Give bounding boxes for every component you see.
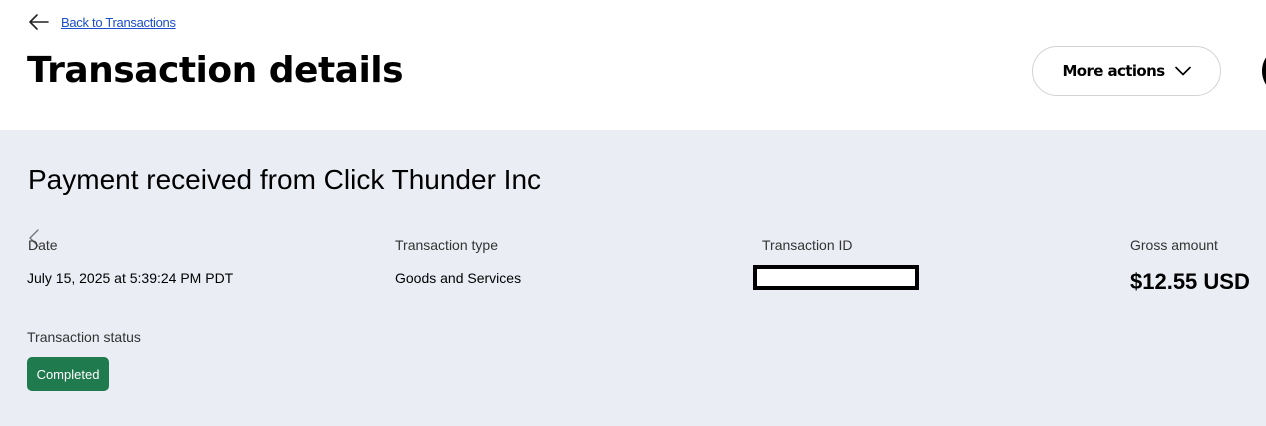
- more-actions-label: More actions: [1062, 62, 1165, 80]
- gross-amount-label: Gross amount: [1130, 237, 1218, 253]
- chevron-down-icon: [1174, 66, 1191, 76]
- transaction-status-label: Transaction status: [27, 329, 141, 345]
- more-actions-button[interactable]: More actions: [1032, 46, 1221, 96]
- date-value: July 15, 2025 at 5:39:24 PM PDT: [27, 270, 234, 286]
- transaction-id-redacted: [753, 265, 919, 290]
- status-badge: Completed: [27, 357, 109, 391]
- transaction-type-label: Transaction type: [395, 237, 498, 253]
- transaction-summary-panel: Payment received from Click Thunder Inc …: [0, 130, 1266, 426]
- date-label: Date: [28, 237, 58, 253]
- back-navigation[interactable]: Back to Transactions: [28, 12, 176, 32]
- gross-amount-value: $12.55 USD: [1130, 269, 1250, 294]
- arrow-left-icon[interactable]: [28, 12, 49, 32]
- transaction-id-label: Transaction ID: [762, 237, 853, 253]
- page-title: Transaction details: [27, 50, 404, 91]
- back-to-transactions-link[interactable]: Back to Transactions: [61, 15, 176, 30]
- page-header: Back to Transactions Transaction details…: [0, 0, 1266, 130]
- transaction-type-value: Goods and Services: [395, 270, 522, 286]
- primary-action-button[interactable]: [1262, 46, 1266, 96]
- transaction-heading: Payment received from Click Thunder Inc: [28, 164, 542, 195]
